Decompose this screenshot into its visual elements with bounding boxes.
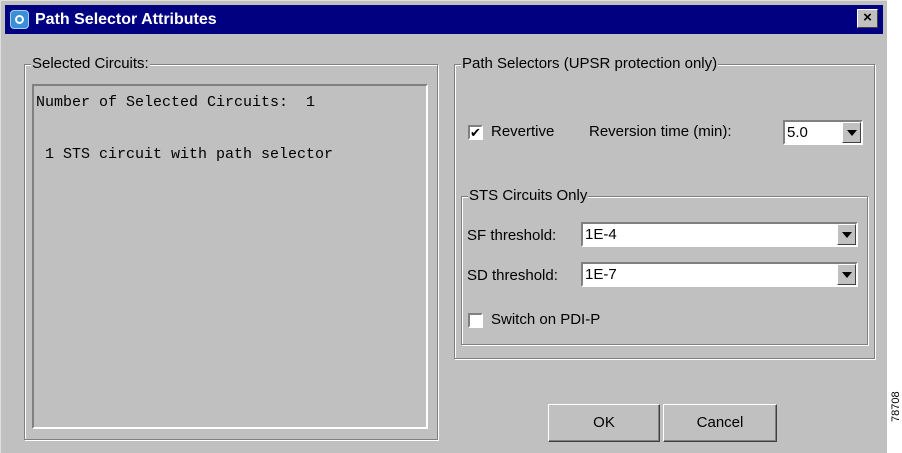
sf-threshold-select[interactable]: 1E-4 — [581, 222, 858, 247]
ok-button[interactable]: OK — [548, 404, 660, 442]
window-title: Path Selector Attributes — [35, 11, 217, 28]
path-selectors-legend: Path Selectors (UPSR protection only) — [461, 55, 719, 73]
figure-number: 78708 — [890, 391, 902, 422]
reversion-time-value: 5.0 — [787, 124, 808, 141]
sd-threshold-value: 1E-7 — [585, 266, 617, 283]
cancel-button[interactable]: Cancel — [663, 404, 777, 442]
dialog-window: Path Selector Attributes × Selected Circ… — [0, 0, 887, 453]
chevron-down-icon[interactable] — [837, 264, 856, 285]
sf-threshold-label: SF threshold: — [467, 227, 557, 244]
circuit-description-line: 1 STS circuit with path selector — [36, 146, 334, 163]
reversion-time-label: Reversion time (min): — [589, 123, 732, 140]
selected-circuits-legend: Selected Circuits: — [31, 55, 150, 73]
switch-on-pdi-p-checkbox[interactable] — [468, 313, 483, 328]
selected-circuits-text-area[interactable]: Number of Selected Circuits: 1 1 STS cir… — [32, 84, 428, 429]
close-button[interactable]: × — [857, 9, 878, 28]
chevron-down-icon[interactable] — [837, 224, 856, 245]
sts-circuits-legend: STS Circuits Only — [468, 187, 589, 205]
revertive-checkbox[interactable]: ✔ — [468, 125, 483, 140]
reversion-time-select[interactable]: 5.0 — [783, 120, 863, 145]
circuit-count-line: Number of Selected Circuits: 1 — [36, 94, 316, 111]
sf-threshold-value: 1E-4 — [585, 226, 617, 243]
chevron-down-icon[interactable] — [842, 122, 861, 143]
app-icon — [10, 10, 29, 29]
sd-threshold-label: SD threshold: — [467, 267, 558, 284]
switch-on-pdi-p-label: Switch on PDI-P — [491, 311, 601, 328]
title-bar[interactable]: Path Selector Attributes × — [5, 5, 883, 34]
revertive-label: Revertive — [491, 123, 555, 140]
sd-threshold-select[interactable]: 1E-7 — [581, 262, 858, 287]
